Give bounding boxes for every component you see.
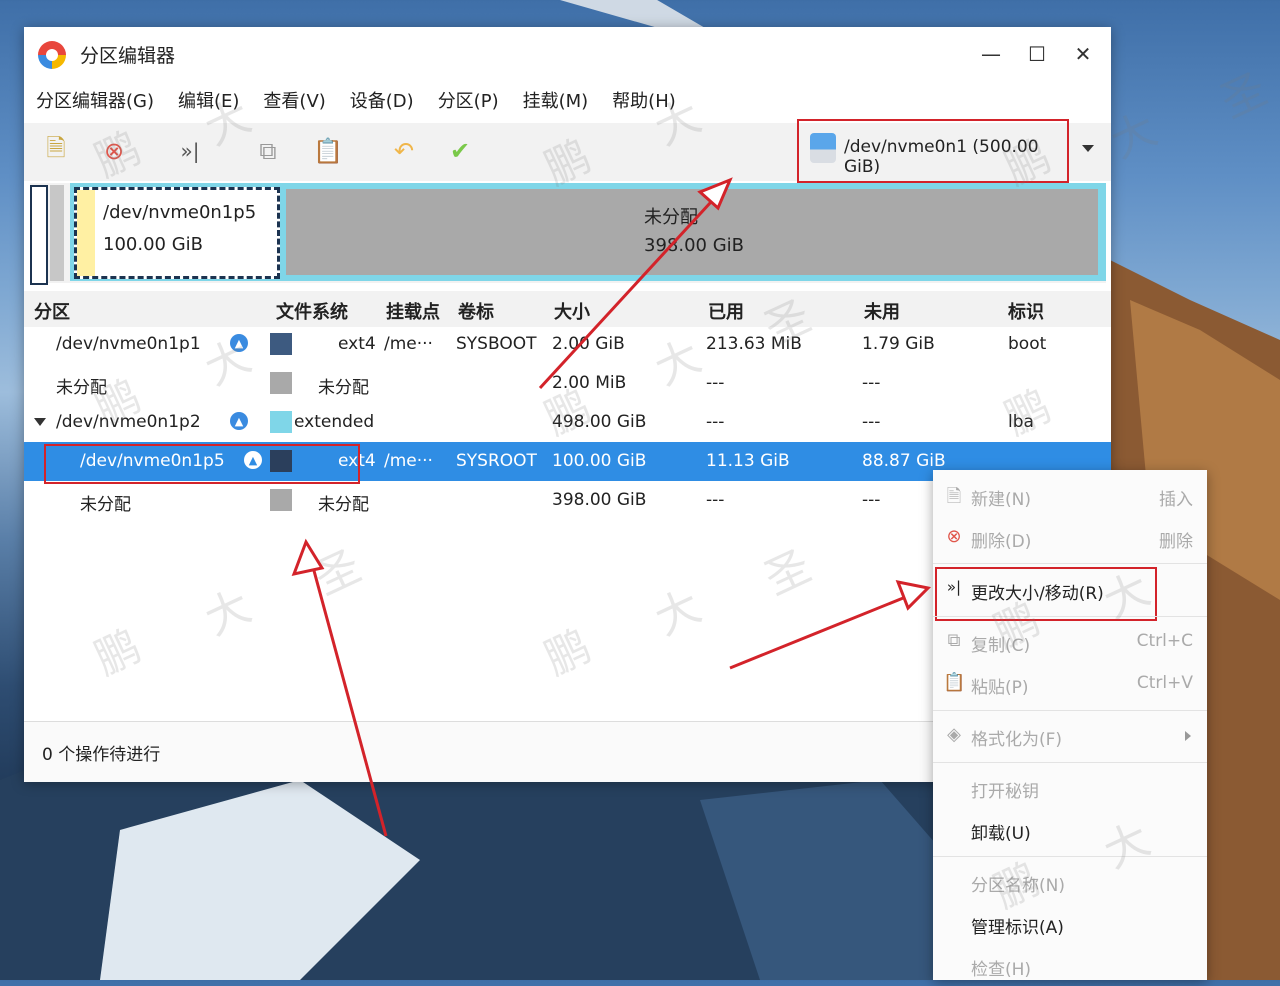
annotation-arrows [291,177,932,837]
annotation-arrow [308,555,388,837]
annotation-arrow [729,590,919,670]
annotation-arrow [538,188,724,390]
annotation-arrow-head [291,538,325,577]
annotation-arrow-head [895,579,932,611]
annotation-arrow-head [697,177,733,211]
